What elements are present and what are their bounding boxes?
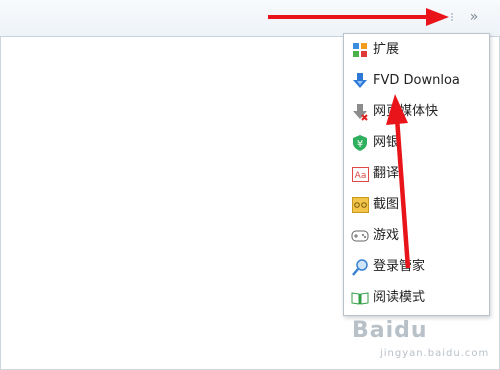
annotation-arrows [268, 8, 449, 269]
arrow-vertical [394, 117, 411, 269]
arrow-head-vertical [386, 94, 408, 125]
watermark-brand: Baidu [352, 318, 428, 343]
arrow-head-horizontal [426, 8, 449, 26]
baidu-watermark: Baidu jingyan.baidu.com [352, 318, 492, 366]
watermark-url: jingyan.baidu.com [380, 348, 490, 359]
